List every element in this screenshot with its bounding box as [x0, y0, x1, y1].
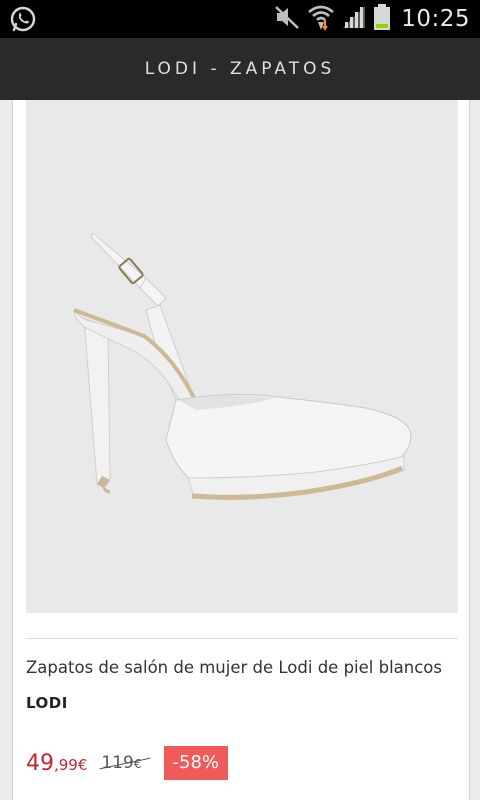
wifi-icon: [307, 3, 335, 35]
page-title: LODI - ZAPATOS: [144, 59, 336, 79]
brand-name[interactable]: LODI: [26, 694, 68, 712]
whatsapp-icon: [8, 5, 38, 33]
discount-badge: -58%: [163, 746, 229, 780]
battery-icon: [373, 3, 391, 35]
product-image[interactable]: [26, 100, 458, 613]
app-bar: LODI - ZAPATOS: [0, 38, 480, 101]
current-price-dec: ,99€: [54, 755, 88, 774]
divider: [26, 638, 458, 639]
product-card[interactable]: Zapatos de salón de mujer de Lodi de pie…: [12, 100, 470, 800]
product-name[interactable]: Zapatos de salón de mujer de Lodi de pie…: [26, 658, 466, 677]
current-price: 49 ,99€: [26, 751, 87, 776]
price-row: 49 ,99€ 119 € -58%: [26, 745, 229, 781]
old-price: 119 €: [99, 753, 151, 773]
mute-icon: [273, 4, 301, 34]
current-price-int: 49: [26, 750, 54, 776]
content-area[interactable]: Zapatos de salón de mujer de Lodi de pie…: [0, 100, 480, 800]
signal-icon: [341, 4, 367, 34]
shoe-illustration: [73, 233, 412, 500]
status-bar: 10:25: [0, 0, 480, 38]
clock: 10:25: [401, 6, 470, 32]
status-icons: 10:25: [273, 0, 470, 38]
